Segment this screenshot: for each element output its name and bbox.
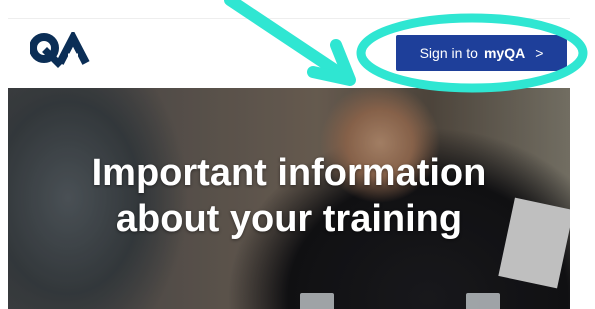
myqa-brand: myQA <box>483 45 526 61</box>
hero-heading: Important information about your trainin… <box>8 150 570 242</box>
hero-heading-line-2: about your training <box>115 198 463 240</box>
hero-banner: Important information about your trainin… <box>8 88 570 309</box>
hero-heading-line-1: Important information <box>91 152 487 194</box>
chevron-right-icon: > <box>535 45 544 61</box>
qa-logo[interactable]: QA <box>30 32 90 68</box>
sign-in-button[interactable]: Sign in to myQA > <box>396 35 567 71</box>
sign-in-label: Sign in to <box>419 45 478 61</box>
